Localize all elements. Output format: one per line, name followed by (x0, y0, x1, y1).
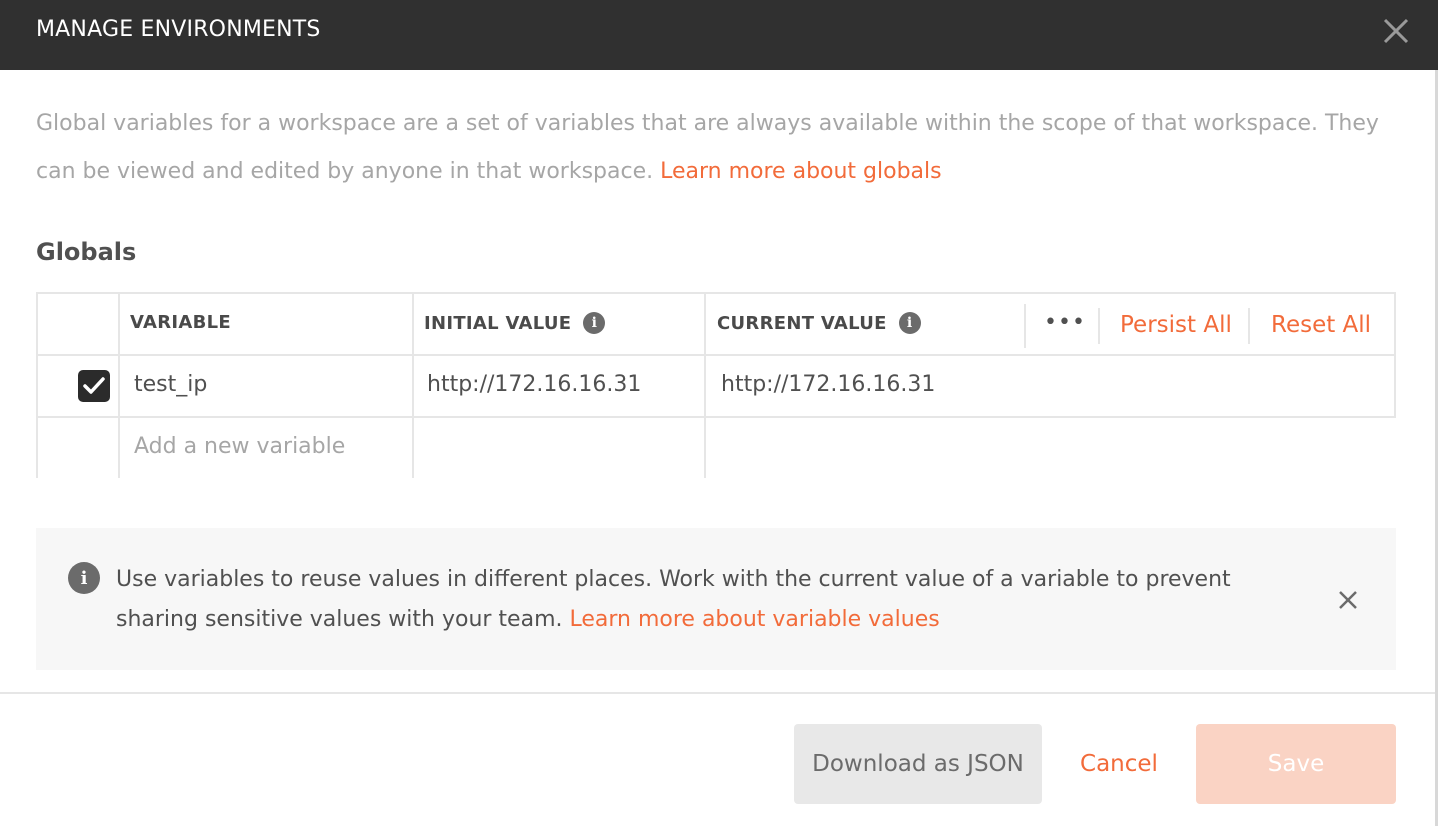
info-banner: i Use variables to reuse values in diffe… (36, 528, 1396, 670)
column-header-initial-value: INITIAL VALUE i (424, 312, 606, 334)
info-icon[interactable]: i (583, 312, 606, 334)
close-icon[interactable] (1378, 13, 1414, 49)
cancel-button[interactable]: Cancel (1060, 724, 1178, 804)
footer-divider (0, 692, 1435, 694)
table-row-divider (36, 416, 1396, 418)
download-json-button[interactable]: Download as JSON (794, 724, 1042, 804)
current-value-cell[interactable]: http://172.16.16.31 (721, 372, 935, 397)
section-title: Globals (36, 238, 137, 266)
table-col-divider (412, 292, 414, 478)
learn-more-globals-link[interactable]: Learn more about globals (660, 159, 942, 184)
info-icon: i (68, 562, 100, 594)
persist-all-button[interactable]: Persist All (1120, 312, 1232, 338)
table-border-right (1394, 292, 1396, 416)
modal-header: MANAGE ENVIRONMENTS (0, 0, 1438, 70)
table-col-divider (704, 292, 706, 478)
actions-divider (1098, 308, 1100, 344)
actions-divider (1248, 308, 1250, 344)
more-options-icon[interactable]: ••• (1044, 310, 1086, 335)
table-col-divider (118, 292, 120, 478)
actions-divider (1024, 304, 1026, 348)
info-icon[interactable]: i (898, 312, 921, 334)
table-border-left (36, 292, 38, 478)
close-icon[interactable] (1334, 586, 1362, 614)
column-header-variable-label: VARIABLE (130, 312, 232, 333)
table-header-divider (36, 354, 1396, 356)
new-variable-input[interactable]: Add a new variable (134, 434, 345, 459)
modal-title: MANAGE ENVIRONMENTS (36, 17, 321, 42)
reset-all-button[interactable]: Reset All (1271, 312, 1371, 338)
globals-description: Global variables for a workspace are a s… (36, 100, 1406, 196)
column-header-current-value: CURRENT VALUE i (717, 312, 921, 334)
row-enabled-checkbox[interactable] (78, 370, 110, 402)
column-header-current-value-label: CURRENT VALUE (717, 312, 887, 334)
learn-more-variable-values-link[interactable]: Learn more about variable values (569, 607, 939, 632)
checkmark-icon (83, 377, 105, 394)
globals-table: VARIABLE INITIAL VALUE i CURRENT VALUE i… (36, 292, 1396, 478)
column-header-variable: VARIABLE (130, 312, 231, 333)
table-border-top (36, 292, 1396, 294)
initial-value-cell[interactable]: http://172.16.16.31 (427, 372, 641, 397)
column-header-initial-value-label: INITIAL VALUE (424, 312, 572, 334)
variable-name-cell[interactable]: test_ip (134, 372, 207, 397)
banner-text: Use variables to reuse values in differe… (116, 560, 1276, 640)
save-button[interactable]: Save (1196, 724, 1396, 804)
